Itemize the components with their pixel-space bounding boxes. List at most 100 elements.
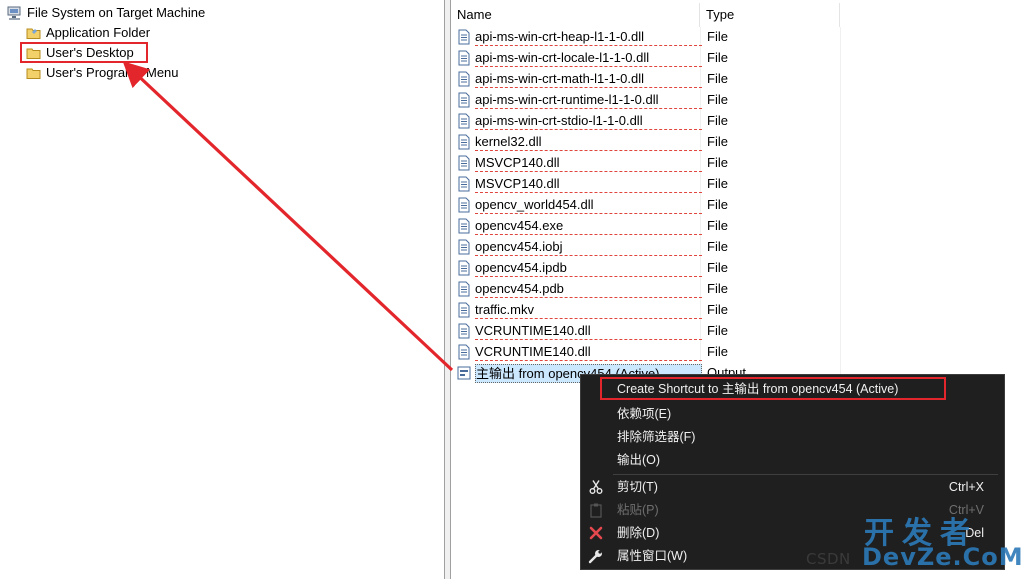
folder-icon [26, 68, 41, 79]
list-row-name: api-ms-win-crt-heap-l1-1-0.dll [475, 28, 702, 46]
computer-icon [7, 6, 21, 20]
tree-root-label: File System on Target Machine [27, 5, 206, 20]
list-row-type: File [707, 302, 728, 317]
list-row-name: api-ms-win-crt-math-l1-1-0.dll [475, 70, 702, 88]
list-row-name: opencv454.iobj [475, 238, 702, 256]
file-system-tree: File System on Target Machine Applicatio… [0, 0, 445, 579]
file-icon [458, 239, 470, 255]
list-row-name: opencv_world454.dll [475, 196, 702, 214]
list-row[interactable]: api-ms-win-crt-locale-l1-1-0.dll File [456, 48, 728, 68]
scissors-icon [589, 480, 603, 494]
list-row-type: File [707, 155, 728, 170]
menu-item-cut[interactable]: 剪切(T) Ctrl+X [581, 476, 1004, 498]
list-row[interactable]: opencv454.ipdb File [456, 258, 728, 278]
list-row-type: File [707, 50, 728, 65]
annotation-box-create-shortcut [600, 377, 946, 400]
file-icon [458, 29, 470, 45]
project-output-icon [457, 366, 471, 380]
annotation-box-desktop [20, 42, 148, 63]
list-row[interactable]: opencv_world454.dll File [456, 195, 728, 215]
file-icon [458, 155, 470, 171]
list-row-name: traffic.mkv [475, 301, 702, 319]
watermark-site: DevZe.CoM [862, 543, 1022, 571]
file-icon [458, 50, 470, 66]
watermark-csdn: CSDN [806, 550, 851, 568]
list-row[interactable]: VCRUNTIME140.dll File [456, 342, 728, 362]
file-icon [458, 218, 470, 234]
list-row-type: File [707, 218, 728, 233]
list-row-type: File [707, 323, 728, 338]
list-row[interactable]: traffic.mkv File [456, 300, 728, 320]
menu-item-shortcut: Ctrl+X [948, 480, 984, 494]
file-icon [458, 281, 470, 297]
file-icon [458, 323, 470, 339]
list-row-type: File [707, 134, 728, 149]
menu-item-label: 排除筛选器(F) [617, 430, 696, 444]
file-icon [458, 71, 470, 87]
tree-item-users-programs-menu[interactable]: User's Programs Menu [26, 64, 179, 81]
menu-item-outputs[interactable]: 输出(O) [581, 449, 1004, 471]
file-icon [458, 113, 470, 129]
list-row[interactable]: api-ms-win-crt-math-l1-1-0.dll File [456, 69, 728, 89]
tree-item-label: Application Folder [46, 24, 151, 40]
tree-item-label: User's Programs Menu [46, 64, 179, 80]
list-row-type: File [707, 260, 728, 275]
list-row[interactable]: MSVCP140.dll File [456, 174, 728, 194]
menu-item-exclude-filter[interactable]: 排除筛选器(F) [581, 426, 1004, 448]
list-row-type: File [707, 281, 728, 296]
list-row-type: File [707, 176, 728, 191]
list-row[interactable]: MSVCP140.dll File [456, 153, 728, 173]
menu-item-label: 依赖项(E) [617, 407, 672, 421]
list-header: Name Type [451, 3, 841, 27]
list-row[interactable]: VCRUNTIME140.dll File [456, 321, 728, 341]
delete-x-icon [589, 526, 603, 540]
list-row-name: opencv454.exe [475, 217, 702, 235]
folder-icon [26, 28, 41, 39]
tree-item-application-folder[interactable]: Application Folder [26, 24, 150, 41]
list-row[interactable]: kernel32.dll File [456, 132, 728, 152]
menu-separator [613, 474, 998, 475]
menu-item-dependencies[interactable]: 依赖项(E) [581, 403, 1004, 425]
list-row[interactable]: api-ms-win-crt-heap-l1-1-0.dll File [456, 27, 728, 47]
list-row-name: api-ms-win-crt-locale-l1-1-0.dll [475, 49, 702, 67]
list-row-name: api-ms-win-crt-stdio-l1-1-0.dll [475, 112, 702, 130]
list-row-type: File [707, 71, 728, 86]
paste-icon [590, 503, 602, 518]
file-icon [458, 344, 470, 360]
list-row-type: File [707, 197, 728, 212]
file-icon [458, 176, 470, 192]
list-row[interactable]: opencv454.pdb File [456, 279, 728, 299]
wrench-icon [588, 550, 602, 564]
list-row-name: kernel32.dll [475, 133, 702, 151]
column-header-type[interactable]: Type [700, 3, 840, 27]
list-row[interactable]: opencv454.iobj File [456, 237, 728, 257]
menu-item-label: 删除(D) [617, 526, 660, 540]
list-row-name: api-ms-win-crt-runtime-l1-1-0.dll [475, 91, 702, 109]
list-row-type: File [707, 239, 728, 254]
list-row-type: File [707, 29, 728, 44]
list-row-name: VCRUNTIME140.dll [475, 343, 702, 361]
column-divider [840, 27, 841, 377]
file-icon [458, 260, 470, 276]
list-row-name: opencv454.ipdb [475, 259, 702, 277]
list-row[interactable]: api-ms-win-crt-stdio-l1-1-0.dll File [456, 111, 728, 131]
menu-item-label: 属性窗口(W) [617, 549, 688, 563]
menu-item-label: 输出(O) [617, 453, 661, 467]
list-row-type: File [707, 344, 728, 359]
file-icon [458, 302, 470, 318]
list-row[interactable]: opencv454.exe File [456, 216, 728, 236]
tree-root[interactable]: File System on Target Machine [7, 5, 205, 21]
list-row-name: VCRUNTIME140.dll [475, 322, 702, 340]
menu-item-label: 粘贴(P) [617, 503, 659, 517]
column-header-name[interactable]: Name [451, 3, 700, 27]
list-row-type: File [707, 113, 728, 128]
list-row-name: MSVCP140.dll [475, 175, 702, 193]
list-row-name: MSVCP140.dll [475, 154, 702, 172]
list-row-type: File [707, 92, 728, 107]
file-icon [458, 134, 470, 150]
file-icon [458, 92, 470, 108]
list-row[interactable]: api-ms-win-crt-runtime-l1-1-0.dll File [456, 90, 728, 110]
menu-item-label: 剪切(T) [617, 480, 658, 494]
file-icon [458, 197, 470, 213]
list-row-name: opencv454.pdb [475, 280, 702, 298]
